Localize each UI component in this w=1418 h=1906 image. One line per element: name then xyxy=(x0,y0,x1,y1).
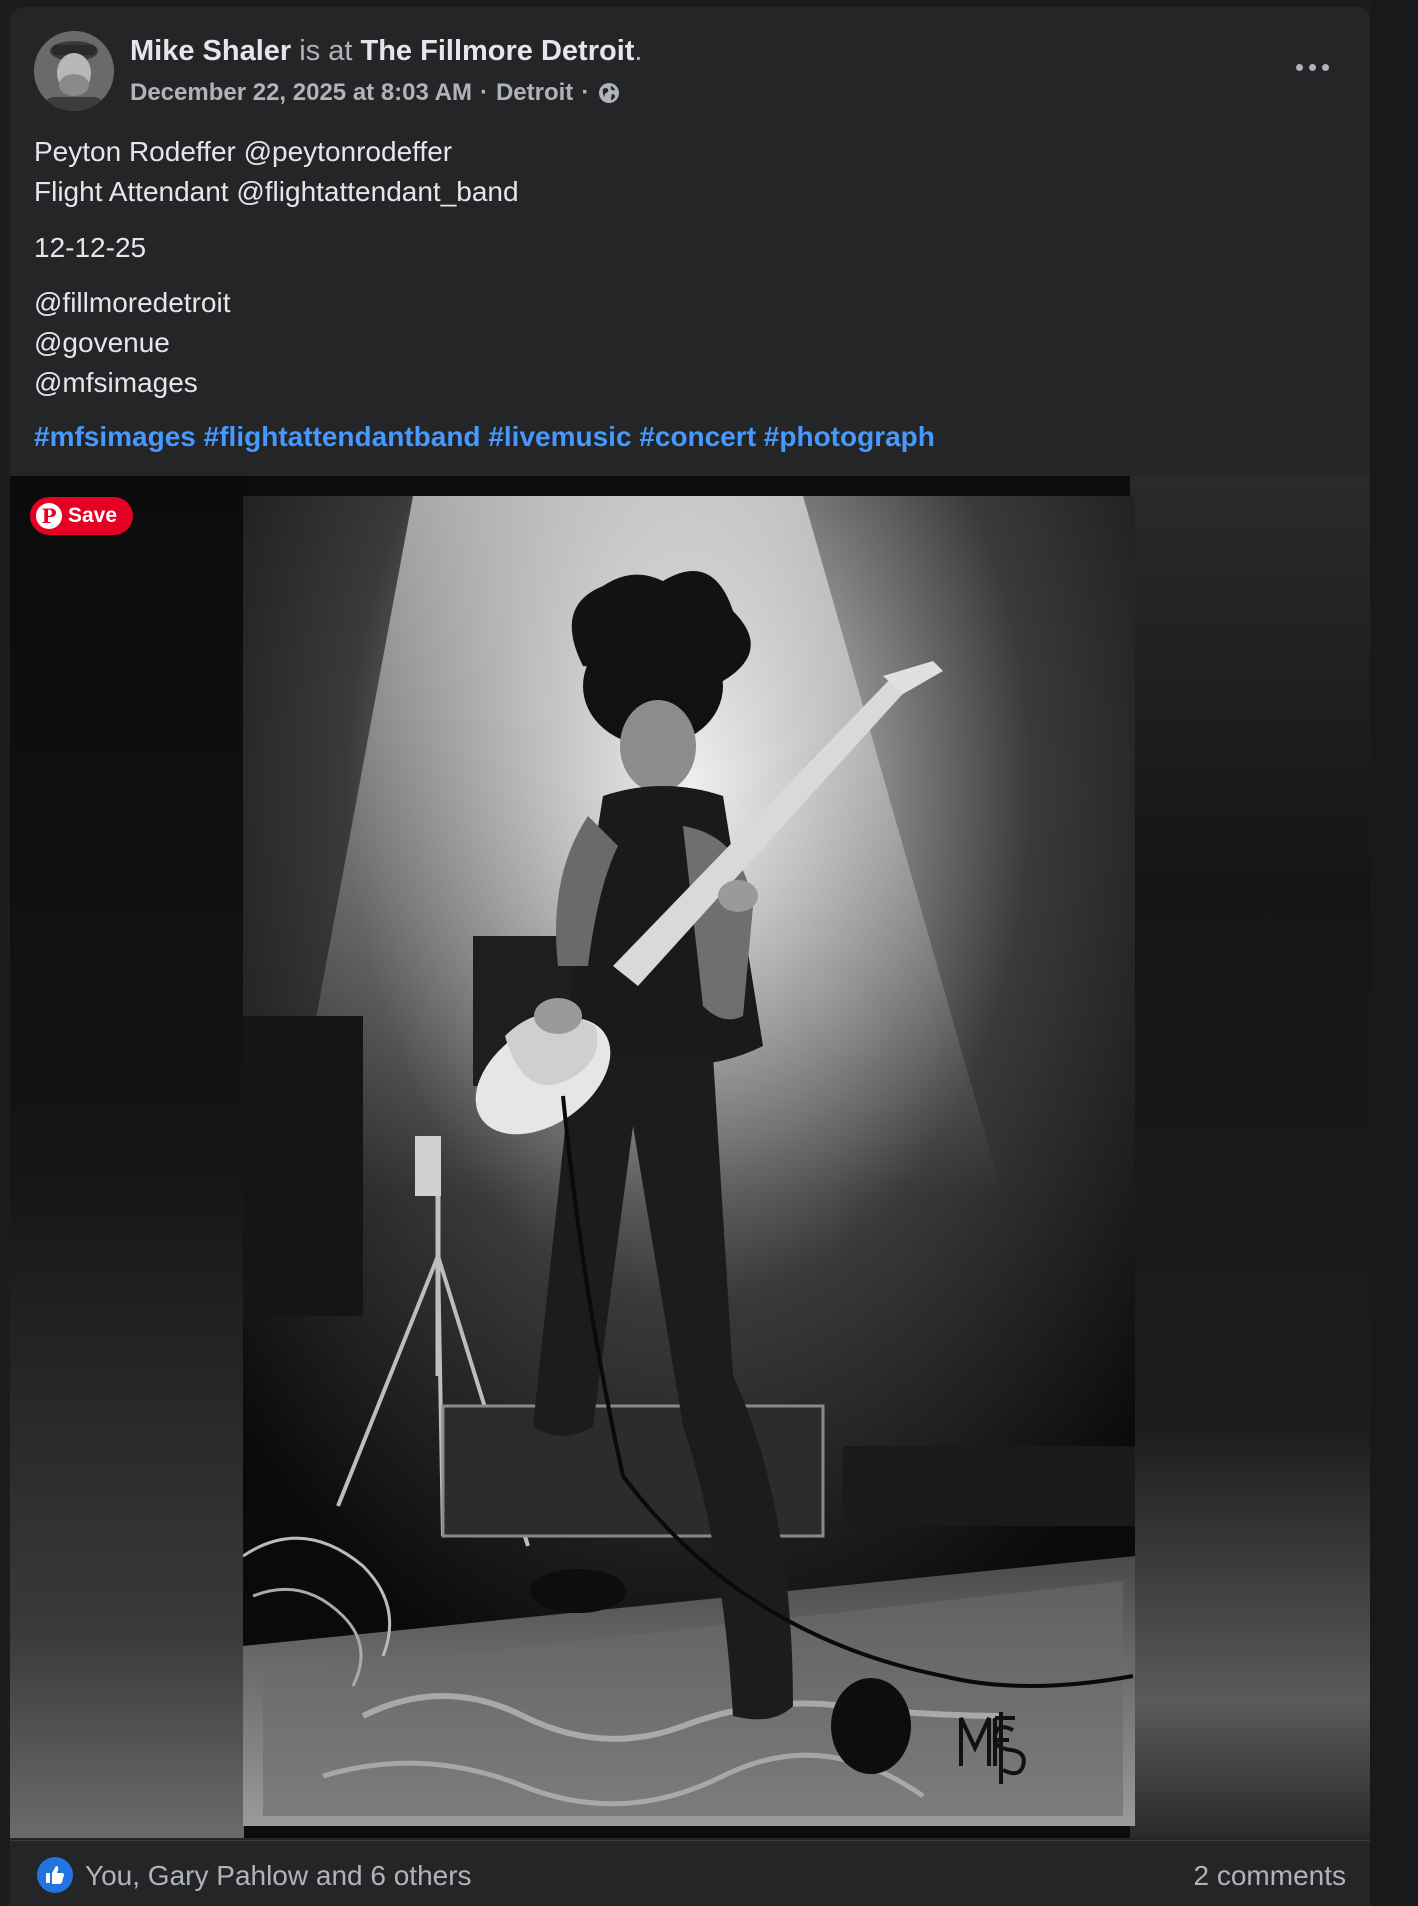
hashtag-link[interactable]: #livemusic xyxy=(488,421,631,452)
page-background-strip xyxy=(1370,0,1418,1906)
pinterest-icon: P xyxy=(36,503,62,529)
reactions-summary[interactable]: You, Gary Pahlow and 6 others xyxy=(85,1860,472,1892)
hashtag-link[interactable]: #flightattendantband xyxy=(204,421,481,452)
more-options-icon[interactable] xyxy=(1290,55,1334,79)
post-location[interactable]: Detroit xyxy=(496,79,573,107)
avatar[interactable] xyxy=(34,31,114,111)
post-text-credits: Peyton Rodeffer @peytonrodeffer Flight A… xyxy=(34,132,519,212)
text-line: Flight Attendant @flightattendant_band xyxy=(34,176,519,207)
hashtag-link[interactable]: #concert xyxy=(639,421,756,452)
meta-separator: · xyxy=(581,79,590,106)
post-text-mentions: @fillmoredetroit @govenue @mfsimages xyxy=(34,283,230,403)
hashtag-link[interactable]: #mfsimages xyxy=(34,421,196,452)
post-card: Mike Shaler is at The Fillmore Detroit. … xyxy=(10,7,1370,1906)
hashtag-list: #mfsimages #flightattendantband #livemus… xyxy=(34,417,935,457)
photo-blur-left xyxy=(10,476,244,1838)
mention-link[interactable]: @mfsimages xyxy=(34,363,230,403)
post-photo-container[interactable] xyxy=(10,476,1370,1838)
text-line: 12-12-25 xyxy=(34,232,147,263)
globe-icon xyxy=(597,81,621,105)
like-icon xyxy=(37,1857,73,1893)
post-timestamp[interactable]: December 22, 2025 at 8:03 AM xyxy=(130,79,472,107)
mention-link[interactable]: @govenue xyxy=(34,323,230,363)
concert-photo[interactable] xyxy=(243,496,1135,1826)
text-line: Peyton Rodeffer @peytonrodeffer xyxy=(34,136,453,167)
post-text-date: 12-12-25 xyxy=(34,228,146,268)
post-header-title: Mike Shaler is at The Fillmore Detroit. xyxy=(130,35,642,68)
save-label: Save xyxy=(68,504,118,527)
post-meta: December 22, 2025 at 8:03 AM · Detroit · xyxy=(130,79,621,107)
post-footer: You, Gary Pahlow and 6 others 2 comments xyxy=(10,1840,1370,1906)
mention-link[interactable]: @fillmoredetroit xyxy=(34,283,230,323)
connector-text: is at xyxy=(299,35,353,67)
photo-blur-right xyxy=(1130,476,1370,1838)
pinterest-save-button[interactable]: P Save xyxy=(30,497,134,535)
place-suffix: . xyxy=(634,35,643,67)
author-name[interactable]: Mike Shaler xyxy=(130,35,291,67)
place-link[interactable]: The Fillmore Detroit xyxy=(361,35,635,67)
hashtag-link[interactable]: #photograph xyxy=(764,421,935,452)
meta-separator: · xyxy=(479,79,488,106)
comments-count[interactable]: 2 comments xyxy=(1194,1860,1347,1892)
